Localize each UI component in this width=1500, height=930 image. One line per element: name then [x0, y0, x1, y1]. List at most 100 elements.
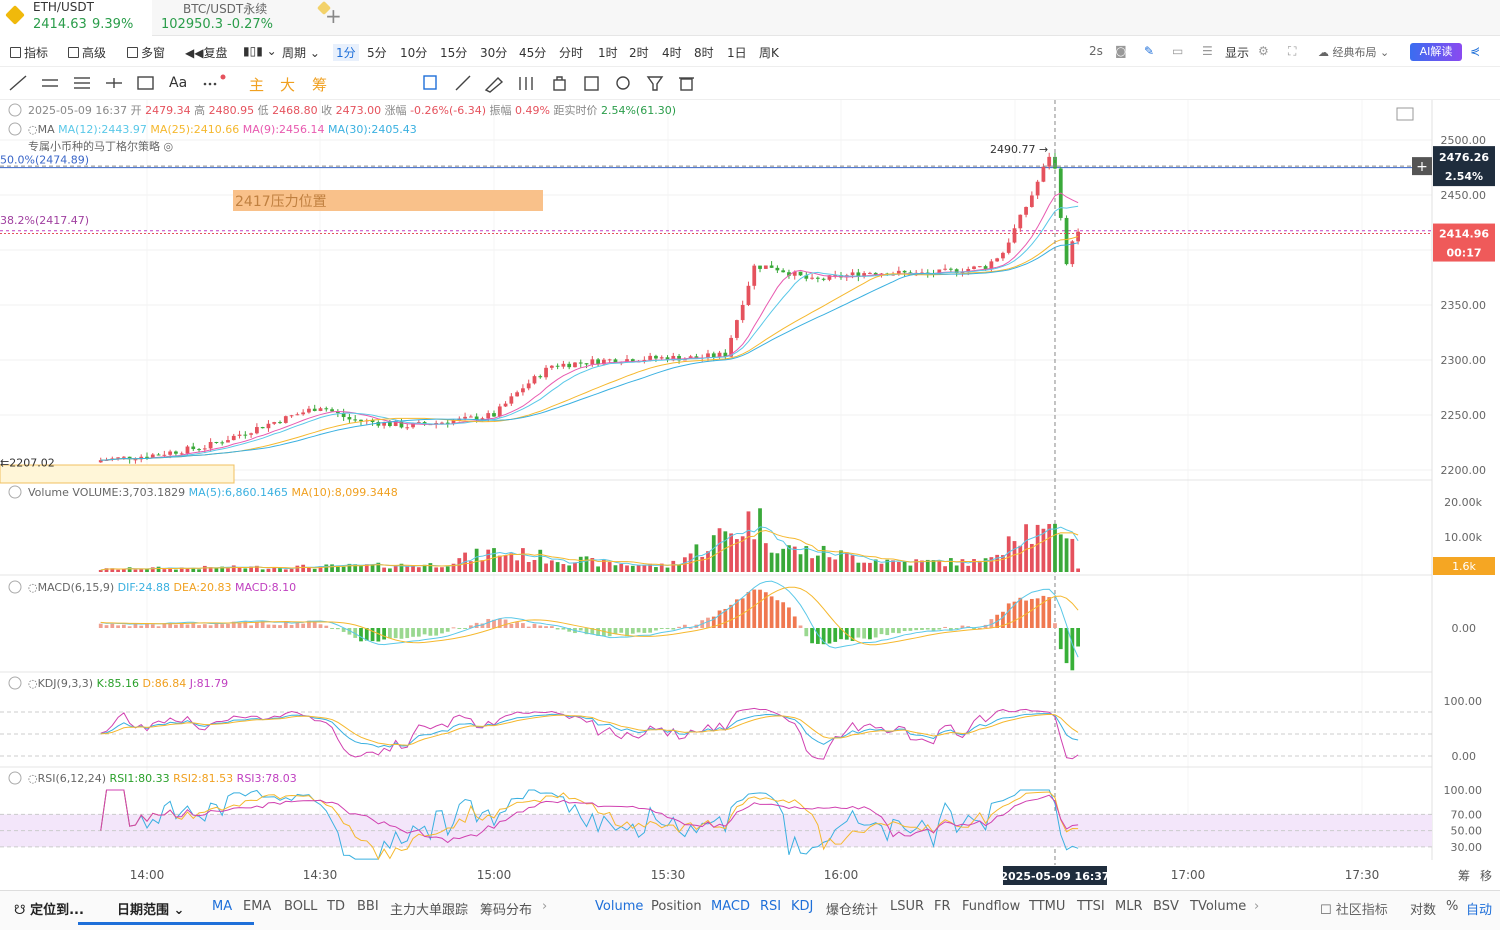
fullscreen-icon[interactable]: ⛶ [1288, 44, 1296, 59]
sub-indicator-2[interactable]: MACD [711, 899, 750, 914]
sub-indicator-12[interactable]: BSV [1153, 899, 1179, 914]
chart-type-button[interactable]: ▮▯▮ ⌄ [243, 44, 277, 58]
tab-btc[interactable]: BTC/USDT永续 102950.3 -0.27% [153, 0, 332, 36]
tab-eth[interactable]: ETH/USDT 2414.63 9.39% [0, 0, 152, 36]
list-icon[interactable]: ☰ [1202, 44, 1213, 58]
kdj-collapse-icon[interactable] [8, 676, 22, 690]
ai-button[interactable]: AI解读 [1410, 43, 1462, 61]
log-scale-button[interactable]: 对数 [1410, 899, 1436, 918]
timeframe-12[interactable]: 周K [759, 44, 779, 61]
community-indicator-button[interactable]: ☐ 社区指标 [1320, 899, 1388, 918]
timeframe-0[interactable]: 1分 [333, 44, 359, 61]
volume-bar-90 [619, 563, 624, 572]
display-button[interactable]: 显示 [1225, 44, 1249, 61]
timeframe-5[interactable]: 45分 [519, 44, 546, 61]
fib-tool-icon[interactable] [519, 77, 533, 90]
note-tool-icon[interactable] [584, 76, 599, 91]
sub-indicator-8[interactable]: Fundflow [962, 899, 1020, 914]
volume-bar-131 [856, 562, 861, 572]
main-indicator-3[interactable]: TD [327, 899, 345, 914]
candle-body-43 [347, 417, 352, 420]
add-tab-button[interactable]: + [325, 4, 342, 28]
multi-window-button[interactable]: 多窗 [127, 44, 165, 61]
replay-button[interactable]: ◀◀复盘 [185, 44, 227, 61]
sub-indicator-7[interactable]: FR [934, 899, 951, 914]
timeframe-8[interactable]: 2时 [629, 44, 649, 61]
sub-indicator-4[interactable]: KDJ [791, 899, 813, 914]
pen-icon[interactable]: ✎ [1144, 44, 1154, 58]
sub-indicator-1[interactable]: Position [651, 899, 702, 914]
trash-tool-icon[interactable] [679, 77, 694, 91]
sub-indicator-6[interactable]: LSUR [890, 899, 924, 914]
pattern-tool-icon[interactable] [423, 75, 437, 90]
macd-bar-143 [925, 628, 930, 630]
main-indicator-6[interactable]: 筹码分布 [480, 899, 532, 918]
candle-body-75 [532, 376, 537, 384]
price-line-tool-icon[interactable] [106, 78, 122, 88]
volume-bar-121 [798, 554, 803, 572]
main-indicator-1[interactable]: EMA [243, 899, 271, 914]
timeframe-3[interactable]: 15分 [440, 44, 467, 61]
macd-collapse-icon[interactable] [8, 580, 22, 594]
rectangle-tool-icon[interactable] [137, 76, 154, 90]
timeframe-4[interactable]: 30分 [480, 44, 507, 61]
comment-icon[interactable]: ▭ [1172, 44, 1183, 58]
lock-tool-icon[interactable] [553, 76, 566, 91]
brush-tool-icon[interactable] [484, 77, 504, 93]
chip-button[interactable]: 筹 [312, 74, 328, 94]
kline-chart[interactable]: 50.0%(2474.89) 38.2%(2417.47) 2417压力位置 2490… [0, 100, 1500, 890]
volume-bar-151 [972, 559, 976, 572]
sub-more-chevron-icon[interactable]: › [1254, 899, 1259, 914]
horizontal-ray-tool-icon[interactable] [42, 79, 58, 87]
sub-indicator-3[interactable]: RSI [760, 899, 781, 914]
percent-scale-button[interactable]: % [1446, 899, 1458, 914]
layout-dropdown[interactable]: ☁ 经典布局 ⌄ [1318, 44, 1389, 60]
main-indicator-2[interactable]: BOLL [284, 899, 317, 914]
rsi-collapse-icon[interactable] [8, 771, 22, 785]
expand-pane-icon[interactable] [1396, 107, 1414, 121]
ruler-tool-icon[interactable] [455, 75, 471, 91]
main-overlay-button[interactable]: 主 [249, 74, 265, 94]
period-dropdown[interactable]: 周期 ⌄ [282, 44, 320, 61]
auto-scale-button[interactable]: 自动 [1466, 899, 1492, 918]
timeframe-10[interactable]: 8时 [694, 44, 714, 61]
replay-icon: ◀◀ [185, 46, 204, 60]
advanced-button[interactable]: 高级 [68, 44, 106, 61]
refresh-interval[interactable]: 2s [1089, 44, 1103, 58]
share-icon[interactable]: ⋞ [1470, 44, 1480, 58]
more-tools-icon[interactable] [203, 74, 226, 86]
sub-indicator-5[interactable]: 爆仓统计 [826, 899, 878, 918]
timeframe-1[interactable]: 5分 [367, 44, 387, 61]
timeframe-11[interactable]: 1日 [727, 44, 747, 61]
sub-indicator-10[interactable]: TTSI [1077, 899, 1105, 914]
trendline-tool-icon[interactable] [9, 75, 27, 91]
date-range-button[interactable]: 日期范围 ⌄ [117, 899, 184, 918]
magnet-tool-icon[interactable] [616, 76, 630, 90]
big-order-button[interactable]: 大 [280, 74, 296, 94]
volume-collapse-icon[interactable] [8, 485, 22, 499]
locate-button[interactable]: ☋ 定位到... [14, 899, 84, 918]
text-tool[interactable]: Aa [169, 75, 187, 91]
sub-indicator-11[interactable]: MLR [1115, 899, 1143, 914]
filter-tool-icon[interactable] [646, 76, 664, 91]
scroll-indicator[interactable] [78, 922, 254, 925]
info-collapse-icon[interactable] [8, 103, 22, 117]
main-indicator-5[interactable]: 主力大单跟踪 [390, 899, 468, 918]
main-indicator-4[interactable]: BBI [357, 899, 379, 914]
volume-bar-80 [561, 564, 566, 572]
timeframe-2[interactable]: 10分 [400, 44, 427, 61]
sub-indicator-13[interactable]: TVolume [1190, 899, 1246, 914]
volume-bar-7 [139, 569, 144, 572]
timeframe-6[interactable]: 分时 [559, 44, 583, 61]
camera-icon[interactable]: ◙ [1115, 44, 1127, 58]
settings-icon[interactable]: ⚙ [1258, 44, 1269, 58]
timeframe-9[interactable]: 4时 [662, 44, 682, 61]
parallel-channel-tool-icon[interactable] [74, 77, 90, 89]
main-more-chevron-icon[interactable]: › [542, 899, 547, 914]
sub-indicator-9[interactable]: TTMU [1029, 899, 1065, 914]
sub-indicator-0[interactable]: Volume [595, 899, 643, 914]
ma-collapse-icon[interactable] [8, 122, 22, 136]
main-indicator-0[interactable]: MA [212, 899, 232, 914]
timeframe-7[interactable]: 1时 [598, 44, 618, 61]
indicator-button[interactable]: 指标 [10, 44, 48, 61]
